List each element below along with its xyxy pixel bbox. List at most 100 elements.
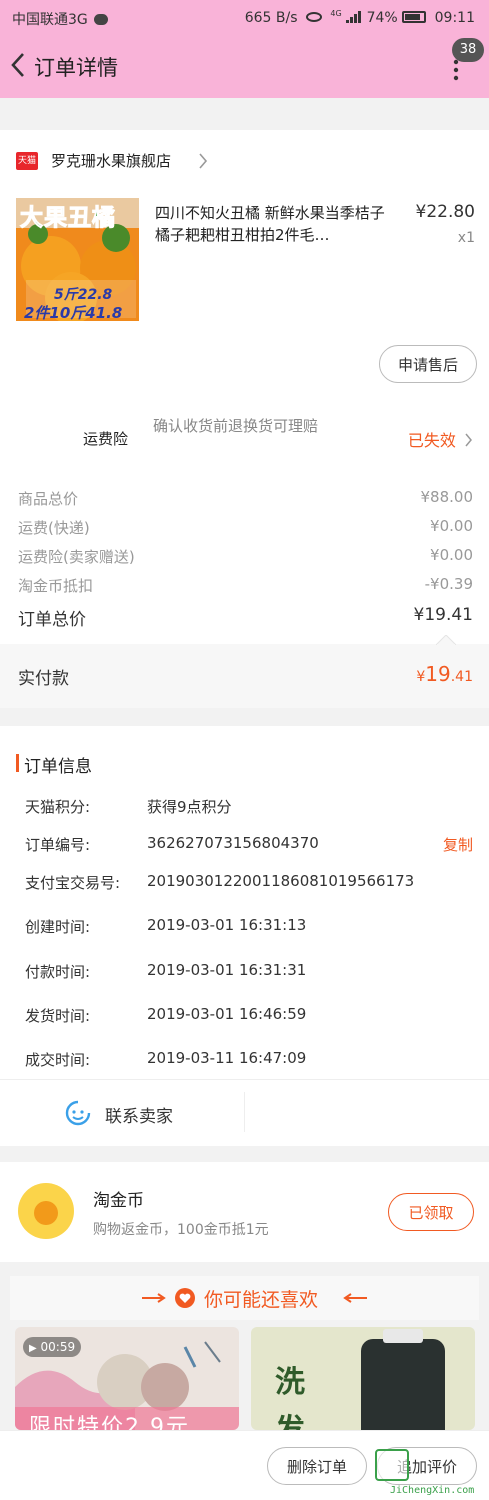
info-value: 获得9点积分	[147, 798, 232, 816]
paid-amount: ¥19.41	[416, 662, 473, 686]
arrow-right-decoration	[343, 1293, 367, 1303]
coins-claimed-button[interactable]: 已领取	[388, 1193, 474, 1231]
info-label: 订单编号:	[25, 836, 91, 854]
fee-label: 运费(快递)	[18, 519, 90, 537]
fee-row-goods-total: 商品总价 ¥88.00	[18, 488, 473, 509]
product-image-headline: 大果丑橘	[20, 205, 116, 232]
fee-label: 运费险(卖家赠送)	[18, 548, 135, 566]
product-title[interactable]: 四川不知火丑橘 新鲜水果当季桔子橘子耙耙柑丑柑拍2件毛…	[155, 202, 395, 246]
recommend-header: 你可能还喜欢	[10, 1276, 479, 1320]
fee-value: ¥0.00	[430, 517, 473, 535]
order-total-value: ¥19.41	[413, 605, 473, 625]
freight-insurance-label: 运费险	[83, 430, 129, 448]
status-left: 中国联通3G	[12, 9, 109, 29]
recommend-card-1[interactable]: ▶ 00:59 限时特价2.9元	[15, 1327, 239, 1430]
recommend-title: 你可能还喜欢	[204, 1289, 319, 1311]
pointer-caret	[436, 635, 456, 645]
product-image[interactable]: 大果丑橘 5斤22.8 2件10斤41.8	[16, 198, 139, 321]
after-sale-button[interactable]: 申请售后	[379, 345, 477, 383]
eye-icon	[305, 12, 322, 22]
product-quantity: x1	[457, 230, 475, 246]
freight-status-text: 已失效	[407, 431, 456, 450]
coins-card: 淘金币 购物返金币，100金币抵1元 已领取	[0, 1162, 489, 1262]
fee-value: ¥88.00	[420, 488, 474, 506]
info-value: 2019-03-01 16:46:59	[147, 1005, 307, 1023]
paid-dec: .41	[450, 669, 473, 685]
info-label: 天猫积分:	[25, 798, 91, 816]
order-card: 天猫 罗克珊水果旗舰店 大果丑橘 5斤22.8 2件10斤41.8 四川不知火丑…	[0, 130, 489, 708]
fee-row-coin-deduction: 淘金币抵扣 -¥0.39	[18, 575, 473, 596]
arrow-left-decoration	[142, 1293, 166, 1303]
video-duration: 00:59	[40, 1340, 76, 1354]
fee-value: ¥0.00	[430, 546, 473, 564]
order-info-title: 订单信息	[24, 757, 92, 777]
contact-seller-label: 联系卖家	[105, 1107, 173, 1127]
watermark-logo	[375, 1449, 409, 1481]
coins-desc: 购物返金币，100金币抵1元	[93, 1222, 269, 1238]
shampoo-bottle	[361, 1329, 445, 1430]
delete-order-button[interactable]: 删除订单	[267, 1447, 367, 1485]
vertical-divider	[244, 1092, 245, 1132]
paid-int: 19	[425, 662, 451, 686]
chevron-right-icon	[199, 153, 208, 169]
info-label: 成交时间:	[25, 1051, 91, 1069]
status-bar: 中国联通3G 665 B/s 4G 74% 09:11	[0, 0, 489, 34]
info-label: 付款时间:	[25, 963, 91, 981]
recommend-card-2[interactable]: 洗 发	[251, 1327, 475, 1430]
bottom-action-bar: 删除订单 追加评价 JiChengXin.com	[0, 1430, 489, 1500]
watermark: JiChengXin.com	[390, 1485, 475, 1496]
info-value: 2019-03-01 16:31:31	[147, 961, 307, 979]
product-price: ¥22.80	[415, 202, 475, 222]
bottle-cap	[383, 1329, 423, 1343]
signal-type: 4G	[330, 9, 342, 18]
carrier-label: 中国联通3G	[12, 12, 88, 28]
fee-label: 淘金币抵扣	[18, 577, 94, 595]
recommend-section: 你可能还喜欢 ▶ 00:59 限时特价2.9元 洗 发	[10, 1276, 479, 1430]
shop-name: 罗克珊水果旗舰店	[51, 152, 172, 170]
contact-seller-button[interactable]: 联系卖家	[0, 1080, 244, 1146]
gold-coin-icon	[18, 1183, 74, 1239]
nav-bar: 订单详情 38	[0, 34, 489, 98]
tmall-logo: 天猫	[16, 152, 38, 170]
battery-percent: 74%	[366, 10, 398, 26]
heart-icon	[175, 1288, 195, 1308]
order-total-row: 订单总价 ¥19.41	[18, 605, 473, 630]
copy-order-number-button[interactable]: 复制	[443, 834, 473, 855]
page-title: 订单详情	[34, 56, 118, 80]
info-value: 2019-03-11 16:47:09	[147, 1049, 307, 1067]
info-value: 2019030122001186081019566173	[147, 872, 415, 890]
freight-insurance-status[interactable]: 已失效	[408, 427, 473, 451]
fee-value: -¥0.39	[424, 575, 473, 593]
coins-title: 淘金币	[93, 1191, 144, 1211]
video-duration-badge: ▶ 00:59	[23, 1337, 82, 1357]
paid-amount-row: 实付款 ¥19.41	[0, 635, 489, 708]
info-value: 2019-03-01 16:31:13	[147, 916, 307, 934]
fee-row-shipping: 运费(快递) ¥0.00	[18, 517, 473, 538]
section-accent-bar	[16, 754, 19, 772]
product-image-promo-2: 2件10斤41.8	[24, 304, 123, 321]
recommend-card-2-text2: 发	[275, 1405, 305, 1430]
info-label: 支付宝交易号:	[25, 874, 121, 892]
product-image-promo-1: 5斤22.8	[54, 287, 113, 303]
paid-label: 实付款	[18, 669, 69, 689]
order-total-label: 订单总价	[18, 610, 86, 630]
chat-bubble-icon	[94, 14, 109, 25]
contact-seller-icon	[65, 1100, 91, 1126]
signal-icon	[346, 11, 362, 23]
freight-insurance-desc: 确认收货前退换货可理赔	[153, 417, 319, 435]
net-speed: 665 B/s	[244, 10, 298, 26]
paid-currency: ¥	[416, 669, 426, 685]
clock: 09:11	[434, 10, 475, 26]
battery-icon	[402, 11, 427, 23]
fee-label: 商品总价	[18, 490, 79, 508]
info-value: 362627073156804370	[147, 834, 319, 852]
info-label: 发货时间:	[25, 1007, 91, 1025]
recommend-card-1-caption: 限时特价2.9元	[29, 1415, 190, 1430]
status-right: 665 B/s 4G 74% 09:11	[245, 9, 475, 26]
play-icon: ▶	[29, 1343, 37, 1354]
message-count-badge: 38	[452, 38, 484, 62]
back-arrow-icon[interactable]	[8, 50, 32, 80]
recommend-card-2-text1: 洗	[275, 1365, 305, 1400]
fee-row-freight-insurance: 运费险(卖家赠送) ¥0.00	[18, 546, 473, 567]
order-info-card: 订单信息 天猫积分: 获得9点积分 订单编号: 3626270731568043…	[0, 726, 489, 1146]
